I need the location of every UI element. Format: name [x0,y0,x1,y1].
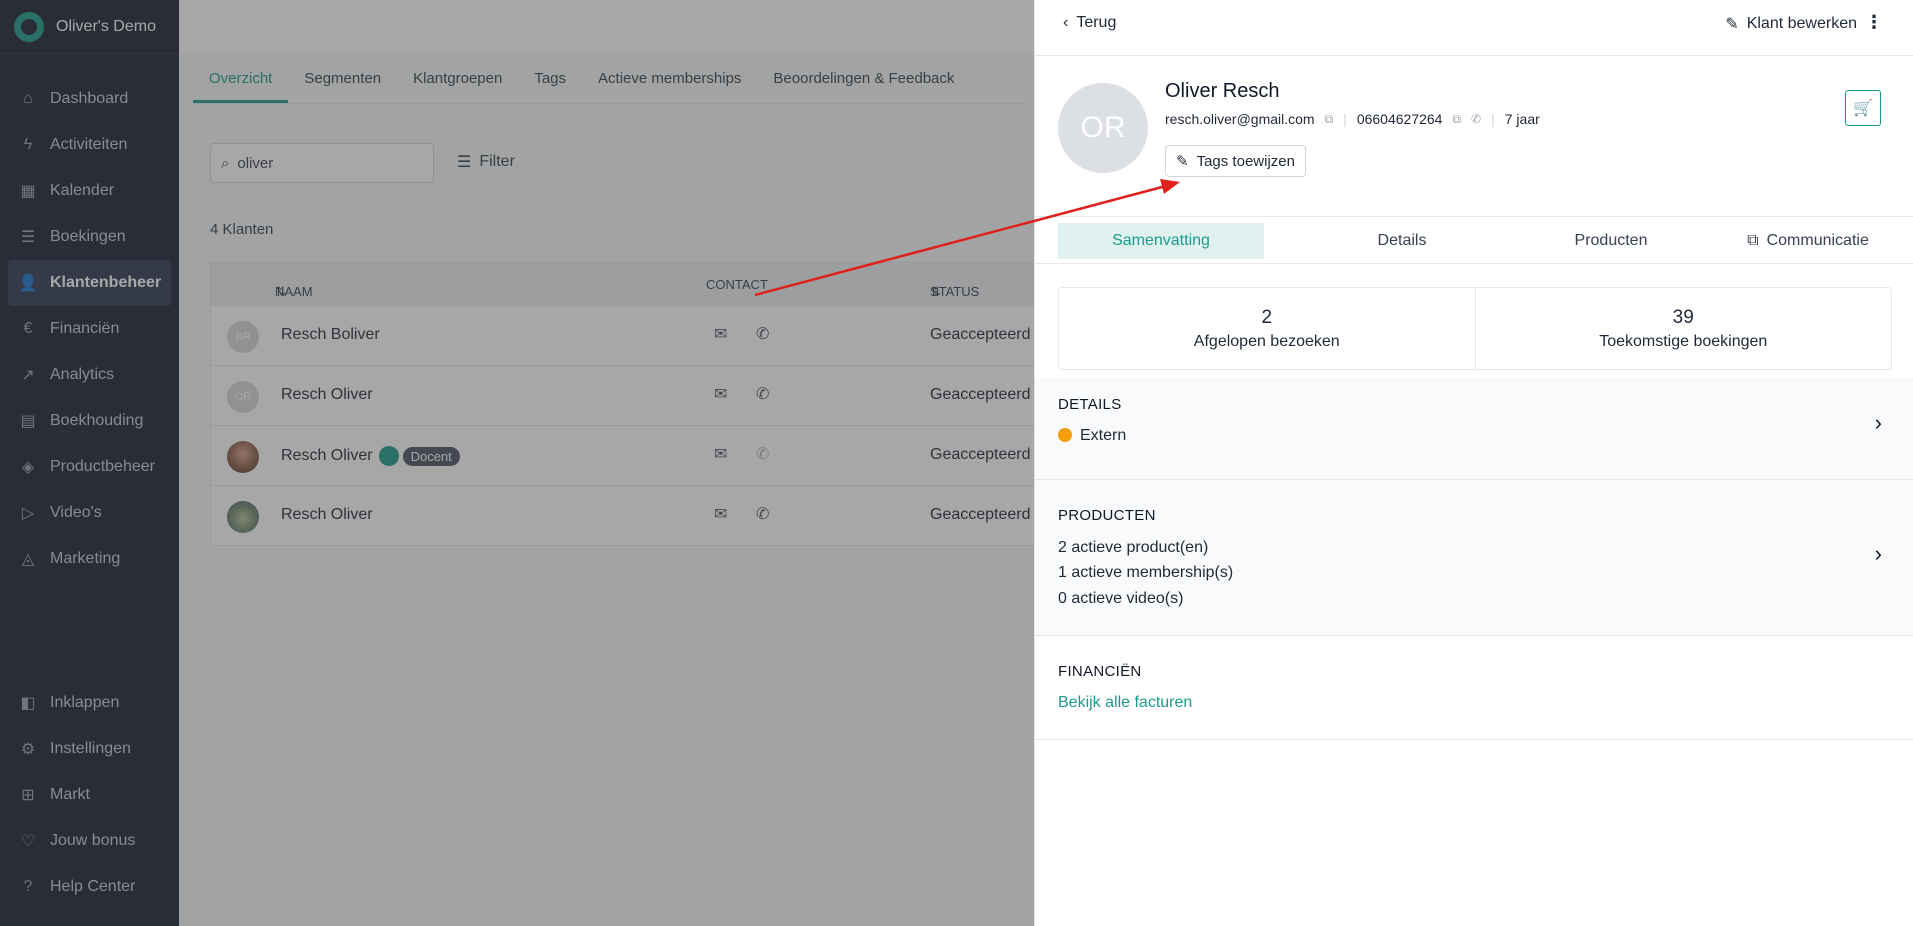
chevron-right-icon[interactable]: › [1875,541,1882,567]
customer-age: 7 jaar [1504,111,1540,127]
more-options-icon[interactable]: ⋮ [1865,12,1883,33]
details-section[interactable]: DETAILS Extern › [1035,378,1913,480]
cart-icon[interactable]: 🛒 [1845,90,1881,126]
product-count-line: 2 actieve product(en) [1058,539,1209,556]
copy-icon[interactable]: ⧉ [1325,112,1334,127]
stat-past-visits: 2 Afgelopen bezoeken [1059,288,1475,369]
tab-details[interactable]: Details [1299,223,1505,259]
panel-header: ‹ Terug ✎ Klant bewerken ⋮ [1035,0,1913,56]
back-button[interactable]: ‹ Terug [1063,14,1116,32]
edit-label: Klant bewerken [1746,15,1857,32]
external-link-icon: ⧉ [1747,232,1759,249]
customer-detail-panel: ‹ Terug ✎ Klant bewerken ⋮ OR Oliver Res… [1034,0,1913,926]
tab-label: Communicatie [1766,232,1869,249]
tab-samenvatting[interactable]: Samenvatting [1058,223,1264,259]
pencil-icon: ✎ [1176,153,1189,170]
section-title: DETAILS [1058,396,1122,413]
producten-section[interactable]: PRODUCTEN 2 actieve product(en) 1 actiev… [1035,480,1913,636]
stat-label: Afgelopen bezoeken [1193,332,1340,350]
customer-contact-info: resch.oliver@gmail.com ⧉ | 06604627264 ⧉… [1165,111,1540,127]
back-label: Terug [1076,14,1117,31]
status-dot [1058,428,1072,442]
customer-name: Oliver Resch [1165,80,1280,102]
customer-phone: 06604627264 [1356,111,1443,127]
video-count-line: 0 actieve video(s) [1058,590,1184,607]
tab-communicatie[interactable]: ⧉ Communicatie [1715,223,1901,259]
assign-tags-button[interactable]: ✎ Tags toewijzen [1165,145,1306,177]
pencil-icon: ✎ [1725,16,1739,33]
modal-backdrop[interactable] [0,0,1034,926]
customer-email: resch.oliver@gmail.com [1165,111,1315,127]
section-title: PRODUCTEN [1058,507,1156,524]
visit-stats: 2 Afgelopen bezoeken 39 Toekomstige boek… [1058,287,1892,370]
stat-value: 39 [1672,306,1694,328]
section-title: FINANCIËN [1058,663,1142,680]
view-invoices-link[interactable]: Bekijk alle facturen [1058,694,1192,712]
stat-value: 2 [1261,306,1273,328]
customer-type: Extern [1058,427,1126,445]
customer-type-label: Extern [1080,427,1127,444]
divider: | [1343,111,1347,127]
phone-icon[interactable]: ✆ [1471,112,1481,126]
tab-producten[interactable]: Producten [1508,223,1714,259]
customer-avatar: OR [1058,83,1148,173]
financien-section: FINANCIËN Bekijk alle facturen [1035,636,1913,740]
copy-icon[interactable]: ⧉ [1452,112,1461,127]
chevron-left-icon: ‹ [1063,14,1069,31]
panel-tabs: Samenvatting Details Producten ⧉ Communi… [1035,216,1913,264]
chevron-right-icon[interactable]: › [1875,410,1882,436]
edit-customer-button[interactable]: ✎ Klant bewerken [1725,14,1857,34]
stat-label: Toekomstige boekingen [1599,332,1768,350]
membership-count-line: 1 actieve membership(s) [1058,564,1234,581]
stat-future-bookings: 39 Toekomstige boekingen [1474,288,1892,369]
assign-tags-label: Tags toewijzen [1196,152,1295,170]
divider: | [1491,111,1495,127]
